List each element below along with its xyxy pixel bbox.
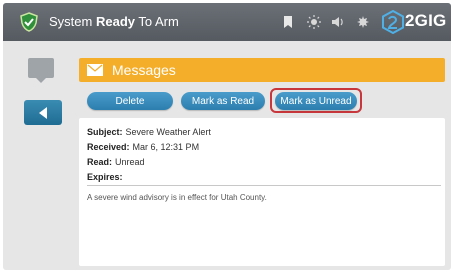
home-tile[interactable] — [28, 58, 54, 83]
back-arrow-icon — [39, 106, 47, 119]
status-prefix: System — [49, 14, 96, 29]
messages-header: Messages — [79, 58, 445, 82]
received-label: Received: — [87, 142, 130, 152]
subject-label: Subject: — [87, 127, 123, 137]
speaker-icon[interactable] — [330, 14, 346, 30]
shield-check-icon — [20, 12, 38, 32]
system-status-text[interactable]: System Ready To Arm — [49, 14, 179, 29]
message-detail-panel: Subject: Severe Weather Alert Received: Ma… — [79, 118, 445, 266]
back-button[interactable] — [24, 100, 62, 125]
expires-row: Expires: — [87, 172, 126, 182]
read-row: Read: Unread — [87, 157, 145, 167]
mark-as-unread-button[interactable]: Mark as Unread — [275, 92, 357, 110]
bookmark-icon[interactable] — [280, 14, 296, 30]
brand-logo: 2GIG — [381, 9, 447, 35]
subject-row: Subject: Severe Weather Alert — [87, 127, 211, 137]
sun-icon[interactable] — [306, 14, 322, 30]
expires-label: Expires: — [87, 172, 123, 182]
status-strong: Ready — [95, 14, 135, 29]
delete-button[interactable]: Delete — [87, 92, 173, 110]
envelope-icon — [87, 64, 103, 76]
mark-as-read-button[interactable]: Mark as Read — [181, 92, 265, 110]
status-bar: System Ready To Arm 2GIG — [3, 3, 451, 41]
divider — [87, 185, 441, 186]
brand-mark-icon — [382, 10, 404, 34]
brand-name: 2GIG — [405, 11, 447, 30]
settings-icon[interactable] — [355, 14, 371, 30]
app-frame: System Ready To Arm 2GIG Messages Delete… — [3, 3, 451, 270]
received-value: Mar 6, 12:31 PM — [132, 142, 200, 152]
subject-value: Severe Weather Alert — [125, 127, 211, 137]
message-body: A severe wind advisory is in effect for … — [87, 193, 267, 202]
status-suffix: To Arm — [135, 14, 179, 29]
messages-title: Messages — [112, 62, 176, 78]
read-value: Unread — [115, 157, 145, 167]
read-label: Read: — [87, 157, 113, 167]
received-row: Received: Mar 6, 12:31 PM — [87, 142, 199, 152]
